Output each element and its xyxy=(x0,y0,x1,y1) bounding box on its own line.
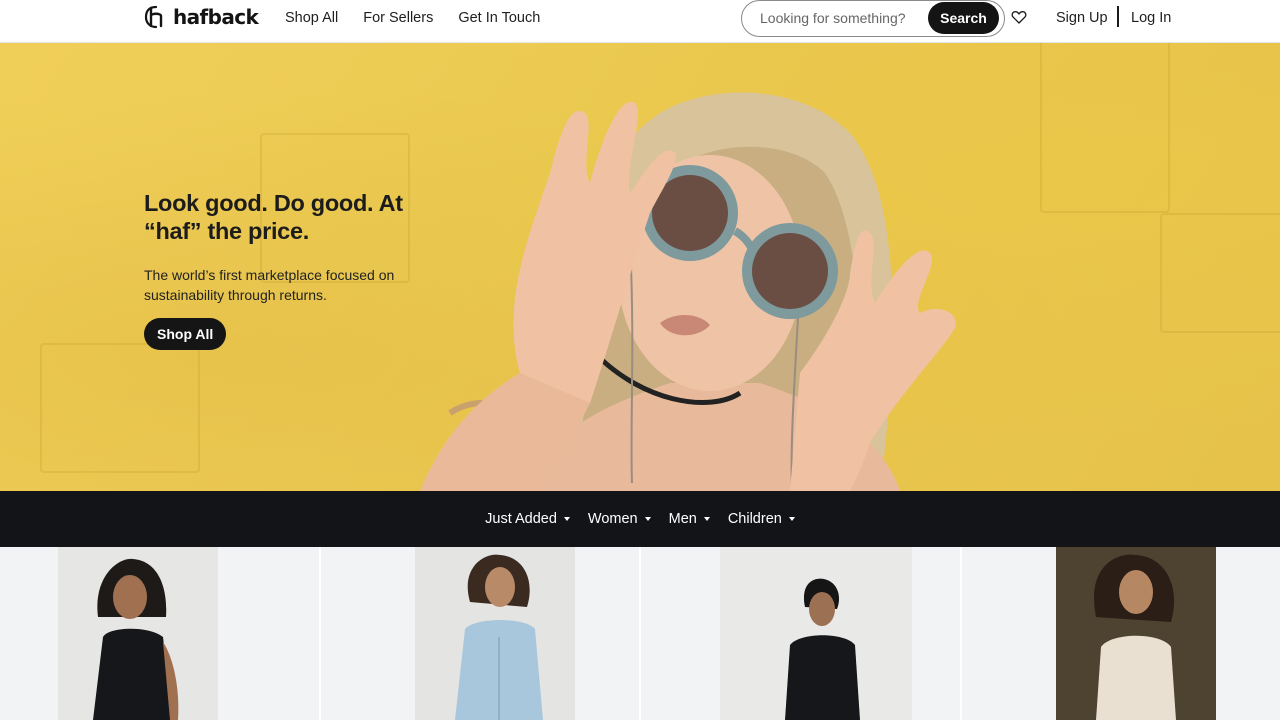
hero-banner: Look good. Do good. At “haf” the price. … xyxy=(0,43,1280,491)
product-card[interactable] xyxy=(320,547,639,720)
auth-divider xyxy=(1117,6,1119,27)
wall-brick xyxy=(1040,43,1170,213)
product-image xyxy=(1055,547,1216,720)
product-image xyxy=(58,547,218,720)
hero-model-image xyxy=(420,92,956,491)
wall-brick xyxy=(1160,213,1280,333)
product-grid xyxy=(0,547,1280,720)
category-label: Just Added xyxy=(485,511,557,527)
nav-get-in-touch[interactable]: Get In Touch xyxy=(458,10,540,26)
main-nav: Shop All For Sellers Get In Touch xyxy=(285,10,565,26)
nav-for-sellers[interactable]: For Sellers xyxy=(363,10,433,26)
category-women[interactable]: Women xyxy=(588,511,651,527)
category-label: Men xyxy=(668,511,697,527)
logo[interactable]: hafback xyxy=(144,5,259,29)
nav-shop-all[interactable]: Shop All xyxy=(285,10,338,26)
search-bar: Search xyxy=(741,0,1005,37)
product-card[interactable] xyxy=(641,547,960,720)
search-input[interactable] xyxy=(760,10,920,26)
logo-mark-icon xyxy=(144,5,163,29)
logo-text: hafback xyxy=(173,5,259,29)
category-just-added[interactable]: Just Added xyxy=(485,511,570,527)
caret-down-icon xyxy=(788,517,795,521)
product-image xyxy=(414,547,575,720)
login-link[interactable]: Log In xyxy=(1131,10,1171,26)
search-button[interactable]: Search xyxy=(928,2,999,34)
hero-subtitle: The world’s first marketplace focused on… xyxy=(144,267,395,303)
category-label: Women xyxy=(587,511,638,527)
hero-shop-all-button[interactable]: Shop All xyxy=(144,318,227,350)
site-header: hafback Shop All For Sellers Get In Touc… xyxy=(0,0,1280,43)
hero-copy: Look good. Do good. At “haf” the price. … xyxy=(144,189,404,350)
caret-down-icon xyxy=(644,517,651,521)
product-card[interactable] xyxy=(961,547,1280,720)
product-image xyxy=(720,547,912,720)
heart-icon[interactable] xyxy=(1011,9,1027,25)
signup-link[interactable]: Sign Up xyxy=(1056,10,1108,26)
category-label: Children xyxy=(727,511,782,527)
product-card[interactable] xyxy=(0,547,319,720)
hero-title: Look good. Do good. At “haf” the price. xyxy=(144,190,403,244)
caret-down-icon xyxy=(703,517,710,521)
category-men[interactable]: Men xyxy=(669,511,710,527)
caret-down-icon xyxy=(563,517,570,521)
category-children[interactable]: Children xyxy=(728,511,795,527)
category-bar: Just Added Women Men Children xyxy=(0,491,1280,547)
wall-brick xyxy=(40,343,200,473)
